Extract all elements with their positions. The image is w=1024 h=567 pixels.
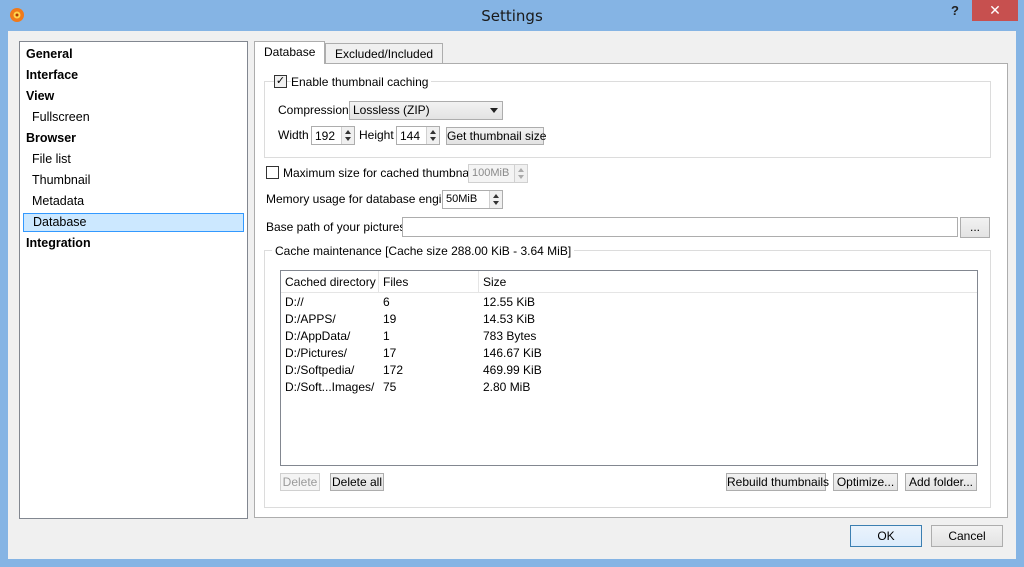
cancel-button[interactable]: Cancel: [931, 525, 1003, 547]
cell-files: 19: [383, 312, 397, 326]
compression-select[interactable]: Lossless (ZIP): [349, 101, 503, 120]
max-size-value: 100MiB: [472, 167, 510, 179]
height-label: Height: [359, 128, 394, 142]
memory-usage-value: 50MiB: [446, 193, 478, 205]
height-spinbox[interactable]: 144: [396, 126, 440, 145]
close-button[interactable]: ✕: [972, 0, 1018, 21]
cell-size: 14.53 KiB: [483, 312, 536, 326]
base-path-label: Base path of your pictures: [266, 220, 406, 234]
max-size-label: Maximum size for cached thumbnails: [283, 166, 481, 180]
delete-button[interactable]: Delete: [280, 473, 320, 491]
get-thumbnail-size-button[interactable]: Get thumbnail size: [446, 127, 546, 145]
spin-arrows-icon[interactable]: [514, 165, 527, 182]
table-row[interactable]: D:/Pictures/ 17 146.67 KiB: [281, 345, 977, 362]
table-row[interactable]: D:// 6 12.55 KiB: [281, 294, 977, 311]
cell-directory: D:/AppData/: [285, 329, 351, 343]
tab-database[interactable]: Database: [254, 41, 326, 64]
column-header-files[interactable]: Files: [379, 271, 479, 293]
nav-item-fullscreen[interactable]: Fullscreen: [20, 108, 247, 127]
enable-caching-checkbox[interactable]: ✓: [274, 75, 287, 88]
nav-item-database[interactable]: Database: [23, 213, 244, 232]
dialog-body: General Interface View Fullscreen Browse…: [8, 31, 1016, 559]
help-button[interactable]: ?: [944, 3, 966, 23]
nav-item-general[interactable]: General: [20, 45, 247, 64]
table-row[interactable]: D:/Softpedia/ 172 469.99 KiB: [281, 362, 977, 379]
cell-size: 12.55 KiB: [483, 295, 536, 309]
cell-files: 75: [383, 380, 397, 394]
enable-caching-label: Enable thumbnail caching: [291, 75, 432, 89]
delete-all-button[interactable]: Delete all: [330, 473, 384, 491]
nav-item-thumbnail[interactable]: Thumbnail: [20, 171, 247, 190]
nav-item-browser[interactable]: Browser: [20, 129, 247, 148]
spin-arrows-icon[interactable]: [341, 127, 354, 144]
compression-value: Lossless (ZIP): [353, 103, 430, 117]
cell-directory: D:/Soft...Images/: [285, 380, 375, 394]
cache-maintenance-label: Cache maintenance [Cache size 288.00 KiB…: [272, 244, 575, 258]
memory-usage-label: Memory usage for database engine: [266, 192, 455, 206]
cell-files: 1: [383, 329, 390, 343]
browse-button[interactable]: ...: [960, 217, 990, 238]
optimize-button[interactable]: Optimize...: [833, 473, 898, 491]
base-path-input[interactable]: [402, 217, 958, 237]
nav-item-interface[interactable]: Interface: [20, 66, 247, 85]
max-size-spinbox[interactable]: 100MiB: [468, 164, 528, 183]
cell-size: 146.67 KiB: [483, 346, 542, 360]
nav-item-view[interactable]: View: [20, 87, 247, 106]
table-row[interactable]: D:/APPS/ 19 14.53 KiB: [281, 311, 977, 328]
tab-excluded-included[interactable]: Excluded/Included: [325, 43, 444, 64]
table-header: Cached directory Files Size: [281, 271, 977, 293]
spin-arrows-icon[interactable]: [426, 127, 439, 144]
spin-arrows-icon[interactable]: [489, 191, 502, 208]
cell-directory: D:/Softpedia/: [285, 363, 355, 377]
width-value: 192: [315, 129, 336, 143]
ok-button[interactable]: OK: [850, 525, 922, 547]
cell-directory: D://: [285, 295, 304, 309]
width-label: Width: [278, 128, 309, 142]
nav-item-integration[interactable]: Integration: [20, 234, 247, 253]
settings-window: Settings ? ✕ General Interface View Full…: [0, 0, 1024, 567]
table-row[interactable]: D:/Soft...Images/ 75 2.80 MiB: [281, 379, 977, 396]
database-panel: ✓ Enable thumbnail caching Compression: …: [254, 63, 1008, 518]
cell-directory: D:/Pictures/: [285, 346, 348, 360]
memory-usage-spinbox[interactable]: 50MiB: [442, 190, 503, 209]
title-bar[interactable]: Settings ? ✕: [0, 0, 1024, 31]
column-header-directory[interactable]: Cached directory: [281, 271, 379, 293]
column-header-size[interactable]: Size: [479, 271, 977, 293]
width-spinbox[interactable]: 192: [311, 126, 355, 145]
settings-nav-tree[interactable]: General Interface View Fullscreen Browse…: [19, 41, 248, 519]
max-size-checkbox[interactable]: [266, 166, 279, 179]
cell-size: 2.80 MiB: [483, 380, 531, 394]
chevron-down-icon: [490, 108, 498, 113]
height-value: 144: [400, 129, 421, 143]
cell-size: 783 Bytes: [483, 329, 537, 343]
rebuild-thumbnails-button[interactable]: Rebuild thumbnails: [726, 473, 829, 491]
nav-item-file-list[interactable]: File list: [20, 150, 247, 169]
cell-files: 6: [383, 295, 390, 309]
nav-item-metadata[interactable]: Metadata: [20, 192, 247, 211]
cell-size: 469.99 KiB: [483, 363, 542, 377]
cell-files: 17: [383, 346, 397, 360]
add-folder-button[interactable]: Add folder...: [905, 473, 977, 491]
compression-label: Compression:: [278, 103, 353, 117]
cell-files: 172: [383, 363, 404, 377]
window-title: Settings: [481, 7, 543, 25]
table-row[interactable]: D:/AppData/ 1 783 Bytes: [281, 328, 977, 345]
cell-directory: D:/APPS/: [285, 312, 336, 326]
cache-directory-table[interactable]: Cached directory Files Size D:// 6 12.55…: [280, 270, 978, 466]
